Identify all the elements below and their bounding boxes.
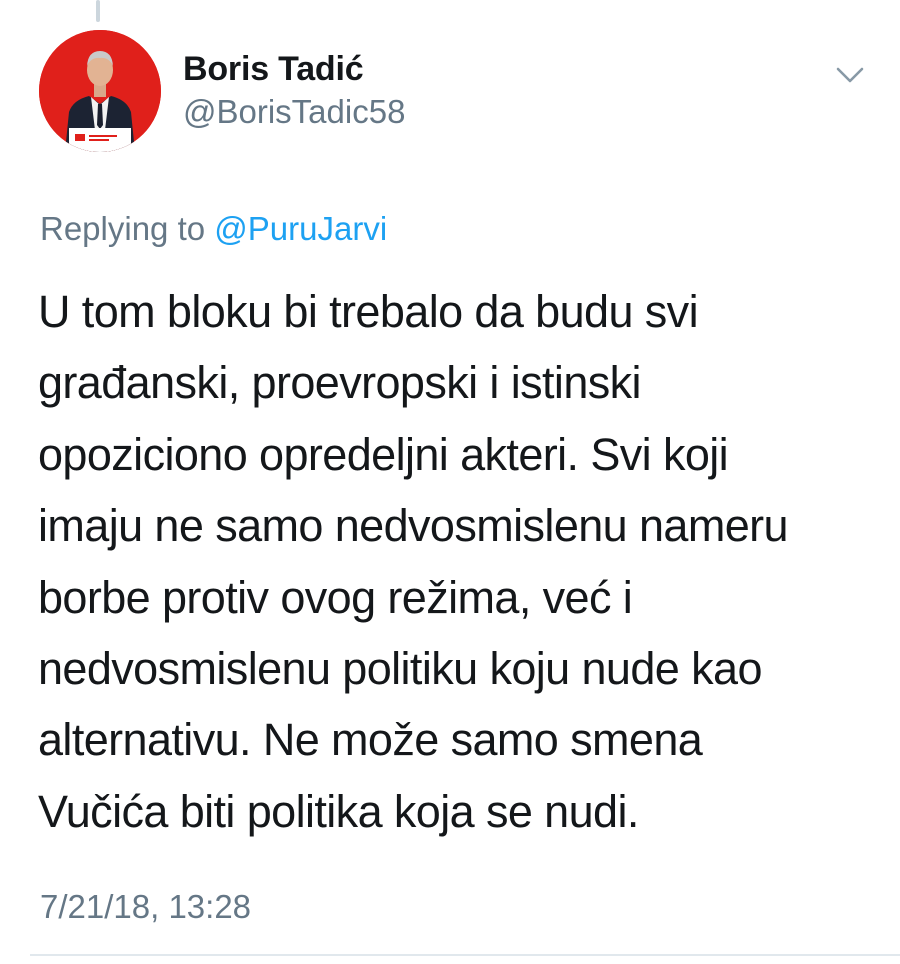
tweet-text-line: građanski, proevropski i istinski <box>38 357 642 409</box>
tweet-text-line: Vučića biti politika koja se nudi. <box>38 785 639 837</box>
tweet-text-line: opoziciono opredeljni akteri. Svi koji <box>38 428 729 480</box>
tweet-menu-button[interactable] <box>832 60 868 90</box>
divider <box>30 954 900 956</box>
tweet-text-line: borbe protiv ovog režima, već i <box>38 571 633 623</box>
reply-mention-link[interactable]: @PuruJarvi <box>214 210 387 247</box>
tweet-timestamp[interactable]: 7/21/18, 13:28 <box>40 888 251 926</box>
thread-connector-line <box>96 0 100 22</box>
chevron-down-icon <box>836 67 864 83</box>
replying-to-label: Replying to <box>40 210 206 247</box>
avatar[interactable] <box>39 30 161 152</box>
tweet-text-line: alternativu. Ne može samo smena <box>38 714 703 766</box>
tweet-text-line: imaju ne samo nedvosmislenu nameru <box>38 500 789 552</box>
replying-to: Replying to @PuruJarvi <box>40 210 387 248</box>
author-handle[interactable]: @BorisTadic58 <box>183 93 405 131</box>
avatar-image <box>39 30 161 152</box>
tweet-text: U tom bloku bi trebalo da budu svi građa… <box>38 276 878 847</box>
tweet-text-line: U tom bloku bi trebalo da budu svi <box>38 286 699 337</box>
tweet-text-line: nedvosmislenu politiku koju nude kao <box>38 643 762 695</box>
author-display-name[interactable]: Boris Tadić <box>183 50 364 89</box>
